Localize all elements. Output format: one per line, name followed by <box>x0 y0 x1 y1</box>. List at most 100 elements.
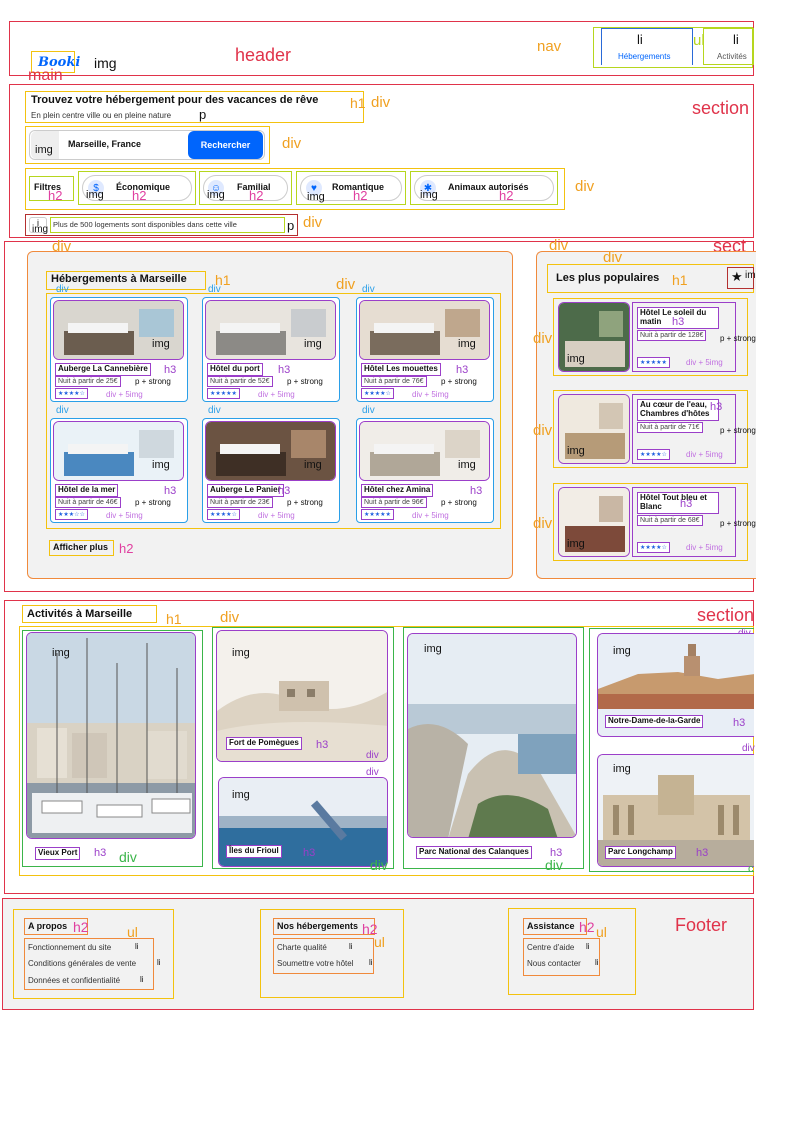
nav-item-activites[interactable]: li Activités <box>703 28 754 65</box>
annot-div: div <box>533 422 553 439</box>
activite-label-pomegues: Fort de Pomègues <box>226 737 302 750</box>
annot-div-5img: div + 5img <box>686 358 723 367</box>
annot-h2: h2 <box>249 188 264 203</box>
annot-img: img <box>232 789 250 801</box>
annot-div: div <box>56 284 69 295</box>
annot-img: img <box>304 338 322 350</box>
rating-stars: ★★★★☆ <box>207 509 240 520</box>
annot-h2: h2 <box>73 919 89 935</box>
annot-div-5img: div + 5img <box>686 543 723 552</box>
annot-div: div <box>545 857 563 873</box>
annot-section: section <box>692 98 750 118</box>
annot-p-strong: p + strong <box>135 377 171 386</box>
populaire-name: Au cœur de l'eau, Chambres d'hôtes <box>637 399 719 421</box>
annot-img: img <box>424 643 442 655</box>
annot-p-strong: p + strong <box>720 334 756 343</box>
annot-img: img <box>152 459 170 471</box>
populaire-price: Nuit à partir de 128€ <box>637 330 707 341</box>
hebergement-price: Nuit à partir de 46€ <box>55 497 121 508</box>
annot-img: img <box>420 189 438 201</box>
annot-img: img <box>232 647 250 659</box>
annot-p-strong: p + strong <box>287 498 323 507</box>
annot-h3: h3 <box>672 316 685 328</box>
annot-h3: h3 <box>710 401 723 413</box>
footer-link[interactable]: Soumettre votre hôtel <box>277 959 353 968</box>
annot-h2: h2 <box>579 919 595 935</box>
annot-div-5img: div + 5img <box>106 511 143 520</box>
annot-h3: h3 <box>470 485 483 497</box>
annot-div: div <box>603 249 623 266</box>
activite-card-vieux-port[interactable] <box>26 632 196 839</box>
populaire-price: Nuit à partir de 68€ <box>637 515 703 526</box>
populaire-name: Hôtel Tout bleu et Blanc <box>637 492 719 514</box>
annot-div: div <box>575 178 595 195</box>
vieux-port-photo <box>27 633 195 838</box>
nav-item-hebergements[interactable]: li Hébergements <box>601 28 693 65</box>
annot-li: li <box>586 942 590 951</box>
footer-link[interactable]: Nous contacter <box>527 959 581 968</box>
calanques-photo <box>408 634 576 837</box>
hebergement-photo <box>205 300 336 360</box>
annot-h3: h3 <box>733 717 746 729</box>
annot-div: div <box>366 750 379 761</box>
annot-img: img <box>613 763 631 775</box>
annot-img: img <box>567 445 585 457</box>
annot-h3: h3 <box>680 498 693 510</box>
footer-link[interactable]: Données et confidentialité <box>28 976 120 985</box>
footer-link[interactable]: Charte qualité <box>277 943 327 952</box>
annot-img: img <box>567 353 585 365</box>
search-input[interactable]: Marseille, France <box>68 140 141 149</box>
annot-div: div <box>533 330 553 347</box>
annot-div: div <box>56 405 69 416</box>
annot-header: header <box>235 45 292 65</box>
search-button[interactable]: Rechercher <box>188 131 263 159</box>
footer-title-apropos: A propos <box>28 921 68 931</box>
activite-label-calanques: Parc National des Calanques <box>416 846 532 859</box>
annot-h2: h2 <box>119 541 134 556</box>
annot-main: main <box>28 67 63 84</box>
filter-animaux-label: Animaux autorisés <box>448 182 529 192</box>
annot-h3: h3 <box>94 847 107 859</box>
annot-div: div <box>362 405 375 416</box>
annot-li: li <box>157 958 161 967</box>
annot-h3: h3 <box>164 485 177 497</box>
activite-card-calanques[interactable] <box>407 633 577 838</box>
rating-stars: ★★★★★ <box>637 357 670 368</box>
hebergement-photo <box>205 421 336 481</box>
annot-div: div <box>208 284 221 295</box>
annot-div-5img: div + 5img <box>412 390 449 399</box>
rating-stars: ★★★★☆ <box>55 388 88 399</box>
rating-stars: ★★★★★ <box>361 509 394 520</box>
annot-img: img <box>86 189 104 201</box>
annot-h3: h3 <box>303 847 316 859</box>
annot-img: img <box>207 189 225 201</box>
annot-div-5img: div + 5img <box>686 450 723 459</box>
annot-img: img <box>458 459 476 471</box>
annot-img: img <box>94 55 117 71</box>
annot-div: div <box>303 214 323 231</box>
annot-li: li <box>349 942 353 951</box>
hebergement-name: Hôtel de la mer <box>55 484 119 497</box>
annot-h2: h2 <box>132 188 147 203</box>
footer-link[interactable]: Centre d'aide <box>527 943 574 952</box>
annot-section: section <box>697 605 755 625</box>
annot-p-strong: p + strong <box>441 377 477 386</box>
annot-p-strong: p + strong <box>720 426 756 435</box>
footer-link[interactable]: Fonctionnement du site <box>28 943 111 952</box>
annot-im: im <box>745 270 756 281</box>
annot-h2: h2 <box>499 188 514 203</box>
annot-h3: h3 <box>456 364 469 376</box>
rating-stars: ★★★★☆ <box>637 542 670 553</box>
footer-link[interactable]: Conditions générales de vente <box>28 959 136 968</box>
star-icon: ★ <box>731 269 743 284</box>
rating-stars: ★★★★☆ <box>361 388 394 399</box>
annot-div: div <box>533 515 553 532</box>
annot-img: img <box>567 538 585 550</box>
hebergement-name: Hôtel du port <box>207 363 263 376</box>
annot-div-5img: div + 5img <box>258 390 295 399</box>
show-more-button[interactable]: Afficher plus <box>53 543 108 552</box>
annot-h3: h3 <box>164 364 177 376</box>
annot-div: div <box>220 609 240 626</box>
rating-stars: ★★★★★ <box>207 388 240 399</box>
annot-li: li <box>733 32 739 47</box>
